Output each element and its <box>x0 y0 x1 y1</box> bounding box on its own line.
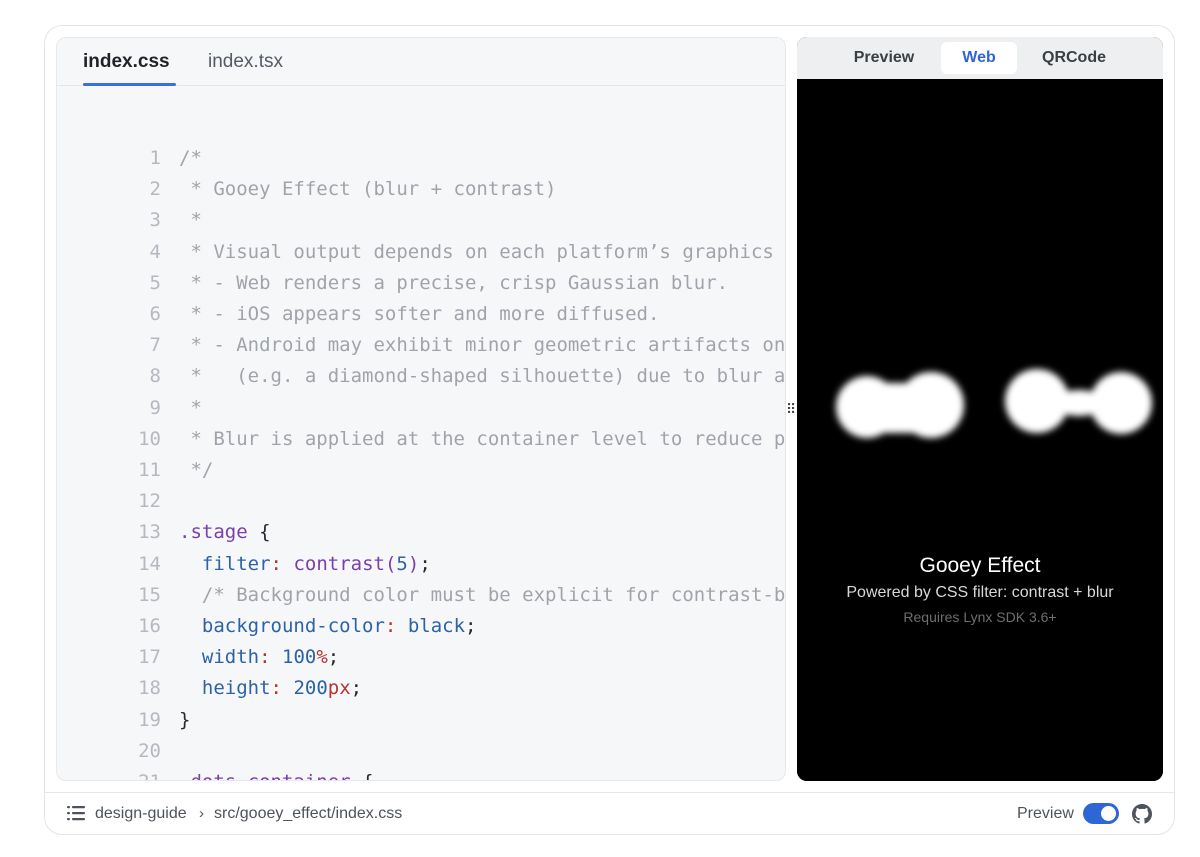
code-line: 1 /* <box>57 143 785 174</box>
code-line: 7 * - Android may exhibit minor geometri… <box>57 330 785 361</box>
code-line: 10 * Blur is applied at the container le… <box>57 424 785 455</box>
preview-title: Gooey Effect <box>919 554 1041 577</box>
preview-tabs: Preview Web QRCode <box>797 37 1163 79</box>
code-text: * <box>179 209 202 232</box>
line-number: 1 <box>149 147 161 169</box>
line-number: 19 <box>138 708 161 731</box>
code-text: * <box>179 396 202 419</box>
code-text: } <box>179 708 191 731</box>
code-text: .dots-container { <box>179 767 373 780</box>
line-number: 5 <box>149 271 161 294</box>
line-number: 10 <box>138 427 161 450</box>
code-text: background-color: black; <box>201 615 477 637</box>
preview-pane: Preview Web QRCode Gooey Effect Powered … <box>797 37 1163 781</box>
preview-requirement: Requires Lynx SDK 3.6+ <box>903 609 1057 625</box>
code-line: 17 width: 100%; <box>57 642 785 673</box>
code-line: 18 height: 200px; <box>57 673 785 704</box>
code-line: 21 .dots-container { <box>57 767 785 780</box>
line-number: 21 <box>75 767 161 780</box>
code-line: 16 background-color: black; <box>57 611 785 642</box>
line-number: 18 <box>138 677 161 700</box>
code-line: 13 .stage { <box>57 517 785 548</box>
code-line: 2 * Gooey Effect (blur + contrast) <box>57 174 785 205</box>
line-number: 7 <box>149 334 161 357</box>
breadcrumb-path: src/gooey_effect/index.css <box>214 805 403 822</box>
code-text: .stage { <box>179 521 271 544</box>
code-line: 5 * - Web renders a precise, crisp Gauss… <box>57 268 785 299</box>
blob <box>1053 390 1105 416</box>
tab-web[interactable]: Web <box>941 42 1017 74</box>
gooey-blobs <box>836 369 1152 438</box>
code-line: 4 * Visual output depends on each platfo… <box>57 237 785 268</box>
code-text: * Gooey Effect (blur + contrast) <box>179 178 557 201</box>
line-number: 17 <box>138 646 161 669</box>
code-text: width: 100%; <box>201 646 340 669</box>
code-text: * Blur is applied at the container level… <box>190 427 786 450</box>
line-number: 4 <box>149 240 161 263</box>
preview-toggle-label: Preview <box>1017 805 1074 822</box>
line-number: 15 <box>138 583 161 606</box>
tab-index-css[interactable]: index.css <box>83 38 176 86</box>
tab-qrcode[interactable]: QRCode <box>1031 42 1117 74</box>
code-line: 9 * <box>57 393 785 424</box>
line-number: 11 <box>138 459 161 481</box>
code-line: 20 <box>57 736 785 767</box>
preview-stage: Gooey Effect Powered by CSS filter: cont… <box>797 79 1163 781</box>
list-icon[interactable] <box>67 805 85 821</box>
code-line: 6 * - iOS appears softer and more diffus… <box>57 299 785 330</box>
code-text: * - iOS appears softer and more diffused… <box>179 303 660 325</box>
line-number: 8 <box>149 365 161 388</box>
code-text: */ <box>179 459 214 481</box>
code-text: * (e.g. a diamond-shaped silhouette) due… <box>190 365 786 388</box>
code-line: 3 * <box>57 205 785 236</box>
pane-resize-handle[interactable]: ⠿ <box>786 400 796 418</box>
line-number: 6 <box>149 303 161 325</box>
toggle-knob <box>1101 806 1116 821</box>
code-line: 12 <box>57 486 785 517</box>
tab-index-tsx[interactable]: index.tsx <box>208 38 283 86</box>
code-text: * Visual output depends on each platform… <box>190 240 774 263</box>
line-number: 12 <box>138 490 161 513</box>
footer-bar: design-guide › src/gooey_effect/index.cs… <box>45 792 1174 834</box>
code-line: 15 /* Background color must be explicit … <box>57 580 785 611</box>
code-line: 8 * (e.g. a diamond-shaped silhouette) d… <box>57 361 785 392</box>
line-number: 13 <box>138 521 161 544</box>
code-text: /* Background color must be explicit for… <box>201 583 786 606</box>
preview-subtitle: Powered by CSS filter: contrast + blur <box>846 584 1114 601</box>
code-text: * - Web renders a precise, crisp Gaussia… <box>179 271 729 294</box>
line-number: 2 <box>149 178 161 201</box>
line-number: 3 <box>149 209 161 232</box>
code-editor[interactable]: index.css index.tsx 1 /* 2 * Gooey Effect … <box>56 37 786 781</box>
chevron-right-icon: › <box>199 805 204 822</box>
code-line: 19} <box>57 705 785 736</box>
file-tabs: index.css index.tsx <box>57 38 785 86</box>
line-number: 14 <box>138 552 161 575</box>
tab-preview[interactable]: Preview <box>843 42 925 74</box>
breadcrumb-project[interactable]: design-guide <box>95 793 187 835</box>
code-line: 14 filter: contrast(5); <box>57 549 785 580</box>
code-text: /* <box>179 147 202 169</box>
code-text: * - Android may exhibit minor geometric … <box>190 334 786 357</box>
github-icon[interactable] <box>1132 804 1152 824</box>
line-number: 20 <box>138 739 161 762</box>
code-text: height: 200px; <box>201 677 363 700</box>
line-number: 16 <box>138 615 161 637</box>
line-number: 9 <box>149 396 161 419</box>
code-text: filter: contrast(5); <box>201 552 431 575</box>
code-line: 11 */ <box>57 455 785 486</box>
blob <box>867 383 931 433</box>
preview-toggle[interactable] <box>1083 803 1119 824</box>
